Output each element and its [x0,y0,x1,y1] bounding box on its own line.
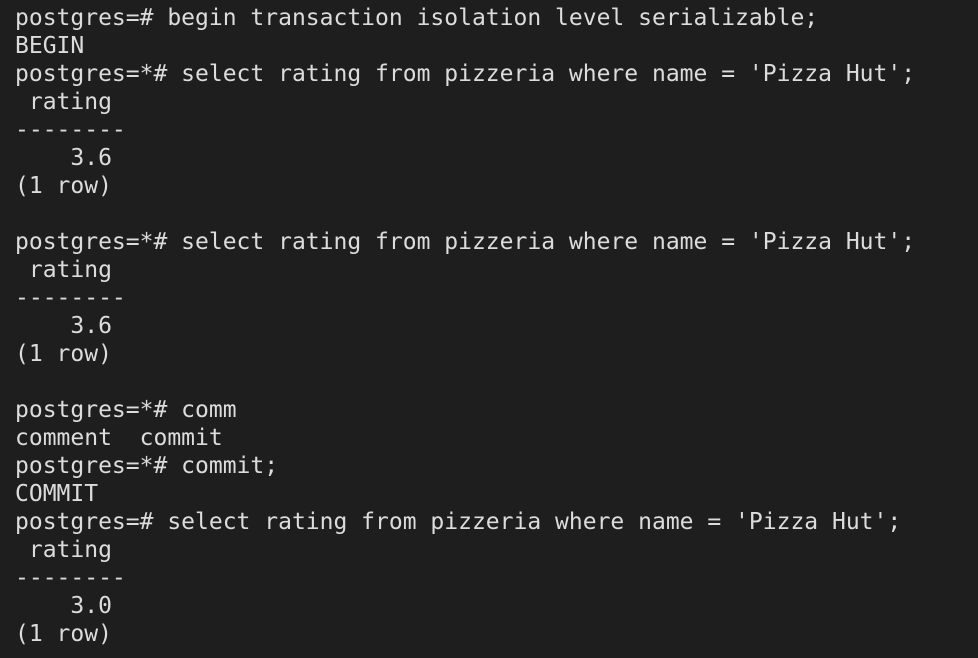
result-value: 3.6 [15,313,112,339]
autocomplete-suggestions: comment commit [15,425,223,451]
row-count: (1 row) [15,173,112,199]
result-separator: -------- [15,117,126,143]
row-count: (1 row) [15,621,112,647]
command-line: postgres=*# comm [15,397,237,423]
result-separator: -------- [15,285,126,311]
command-line: postgres=# select rating from pizzeria w… [15,509,902,535]
output-line: COMMIT [15,481,99,507]
result-column-header: rating [15,537,112,563]
result-value: 3.6 [15,145,112,171]
result-column-header: rating [15,89,112,115]
output-line: BEGIN [15,33,85,59]
command-line: postgres=# begin transaction isolation l… [15,5,819,31]
command-line: postgres=*# select rating from pizzeria … [15,229,916,255]
command-line: postgres=*# commit; [15,453,279,479]
result-separator: -------- [15,565,126,591]
terminal-window[interactable]: postgres=# begin transaction isolation l… [0,0,978,658]
row-count: (1 row) [15,341,112,367]
result-column-header: rating [15,257,112,283]
result-value: 3.0 [15,593,112,619]
command-line: postgres=*# select rating from pizzeria … [15,61,916,87]
